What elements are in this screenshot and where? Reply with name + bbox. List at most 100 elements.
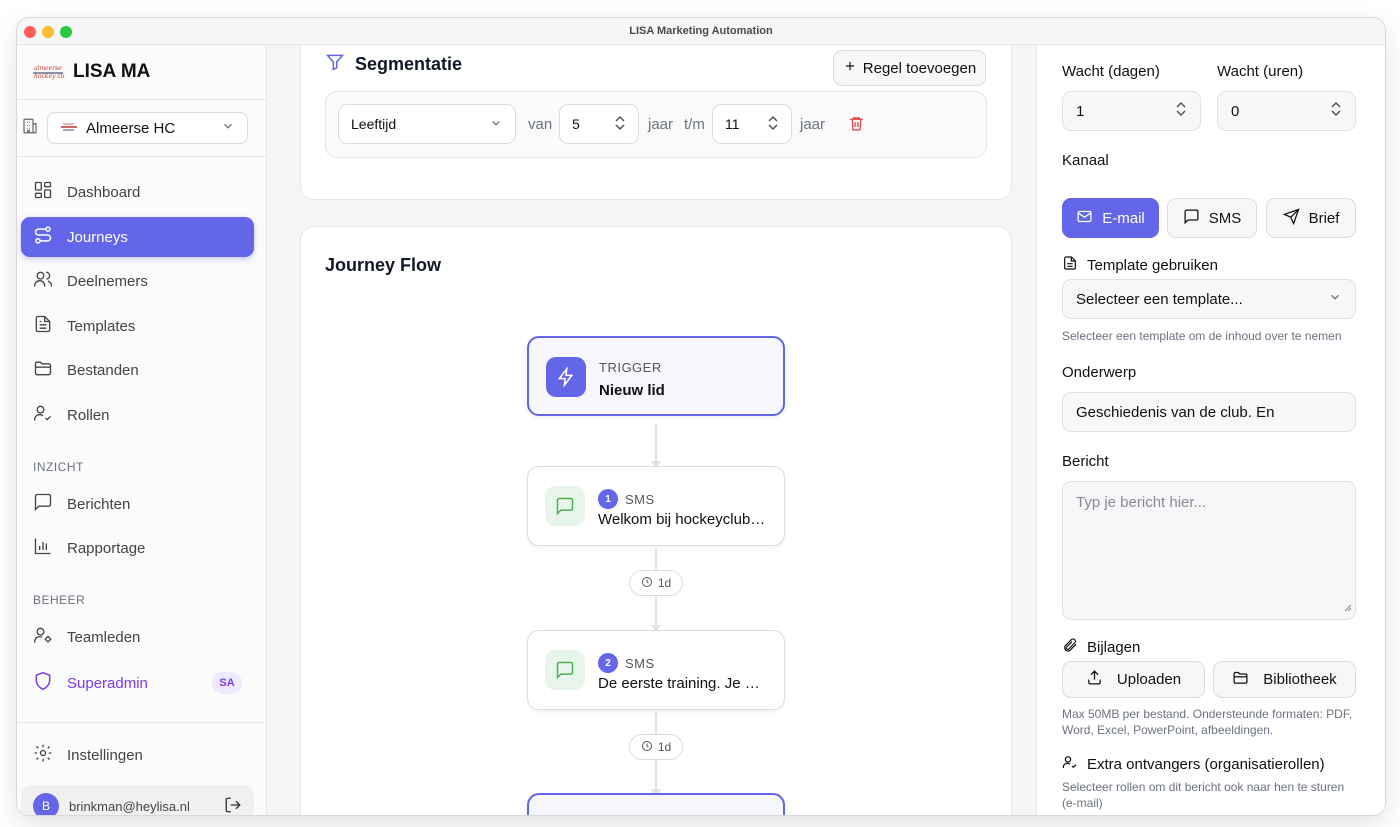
sidebar-item-bestanden[interactable]: Bestanden bbox=[21, 350, 254, 390]
delay-pill[interactable]: 1d bbox=[629, 570, 683, 596]
upload-button[interactable]: Uploaden bbox=[1062, 661, 1205, 698]
age-from-input[interactable]: 5 bbox=[559, 104, 639, 144]
step-kind: 2 SMS bbox=[598, 653, 655, 673]
logout-icon[interactable] bbox=[224, 796, 242, 816]
club-logo: almeerse hockey club bbox=[33, 62, 70, 82]
unit-label: jaar bbox=[800, 116, 826, 133]
sidebar-item-label: Journeys bbox=[67, 228, 128, 246]
channel-email-label: E-mail bbox=[1102, 209, 1145, 227]
stepper-icon[interactable] bbox=[1330, 101, 1342, 121]
segmentation-rule: Leeftijd van 5 jaar t/m 11 jaar bbox=[325, 91, 987, 158]
section-label-beheer: BEHEER bbox=[33, 593, 86, 607]
svg-text:hockey club: hockey club bbox=[34, 73, 65, 80]
age-to-value: 11 bbox=[725, 116, 740, 132]
filter-icon bbox=[325, 52, 345, 77]
wait-hours-input[interactable]: 0 bbox=[1217, 91, 1356, 131]
subject-value: Geschiedenis van de club. En bbox=[1076, 403, 1275, 421]
wait-hours-label: Wacht (uren) bbox=[1217, 63, 1304, 80]
resize-handle-icon[interactable] bbox=[1342, 599, 1352, 616]
sidebar-item-teamleden[interactable]: Teamleden bbox=[21, 617, 254, 657]
user-profile[interactable]: B brinkman@heylisa.nl bbox=[21, 785, 254, 815]
clock-icon bbox=[641, 740, 653, 755]
org-name: Almeerse HC bbox=[86, 119, 176, 137]
delay-label: 1d bbox=[657, 576, 672, 590]
upload-label: Uploaden bbox=[1116, 671, 1182, 688]
sidebar-item-deelnemers[interactable]: Deelnemers bbox=[21, 261, 254, 301]
channel-email-button[interactable]: E-mail bbox=[1062, 198, 1159, 238]
users-icon bbox=[33, 269, 53, 293]
step-text: De eerste training. Je moet bbox=[598, 675, 768, 692]
avatar: B bbox=[33, 793, 59, 815]
shield-icon bbox=[33, 671, 53, 695]
sidebar-item-rapportage[interactable]: Rapportage bbox=[21, 528, 254, 568]
sidebar-item-label: Bestanden bbox=[67, 361, 139, 379]
segmentation-title: Segmentatie bbox=[355, 54, 463, 74]
sidebar-divider bbox=[17, 722, 267, 723]
sidebar-item-instellingen[interactable]: Instellingen bbox=[21, 735, 254, 775]
rule-field-select[interactable]: Leeftijd bbox=[338, 104, 516, 144]
add-rule-button[interactable]: Regel toevoegen bbox=[833, 50, 986, 86]
file-text-icon bbox=[33, 314, 53, 338]
brand[interactable]: almeerse hockey club LISA MA bbox=[33, 59, 150, 85]
message-square-icon bbox=[1183, 208, 1200, 229]
trigger-node[interactable]: TRIGGER Nieuw lid bbox=[527, 336, 785, 416]
from-label: van bbox=[528, 116, 553, 133]
folder-open-icon bbox=[1232, 669, 1249, 690]
trigger-kind: TRIGGER bbox=[599, 360, 662, 375]
channel-sms-button[interactable]: SMS bbox=[1167, 198, 1257, 238]
main-content: Segmentatie Regel toevoegen Leeftijd van… bbox=[268, 45, 1036, 815]
library-button[interactable]: Bibliotheek bbox=[1213, 661, 1356, 698]
template-header: Template gebruiken bbox=[1062, 255, 1218, 275]
sidebar-item-dashboard[interactable]: Dashboard bbox=[21, 172, 254, 212]
section-label-inzicht: INZICHT bbox=[33, 460, 84, 474]
sidebar-item-superadmin[interactable]: Superadmin SA bbox=[21, 663, 254, 703]
clock-icon bbox=[641, 576, 653, 591]
bar-chart-icon bbox=[33, 536, 53, 560]
sidebar-item-label: Deelnemers bbox=[67, 272, 148, 290]
step-kind: 1 SMS bbox=[598, 489, 655, 509]
wait-hours-value: 0 bbox=[1231, 102, 1240, 120]
user-check-icon bbox=[33, 403, 53, 427]
trash-icon[interactable] bbox=[848, 115, 865, 137]
template-label: Template gebruiken bbox=[1087, 256, 1218, 274]
stepper-icon[interactable] bbox=[1175, 101, 1187, 121]
rule-field-value: Leeftijd bbox=[351, 116, 397, 132]
org-select[interactable]: Almeerse HC bbox=[47, 112, 248, 144]
selected-step-node[interactable] bbox=[527, 793, 785, 815]
sms-step-node[interactable]: 1 SMS Welkom bij hockeyclub Almeerse bbox=[527, 466, 785, 546]
sidebar-item-templates[interactable]: Templates bbox=[21, 306, 254, 346]
zap-icon bbox=[546, 357, 586, 397]
step-number: 1 bbox=[598, 489, 618, 509]
wait-days-label: Wacht (dagen) bbox=[1062, 63, 1160, 80]
app-window: LISA Marketing Automation almeerse hocke… bbox=[17, 18, 1385, 815]
message-square-icon bbox=[33, 492, 53, 516]
step-kind-label: SMS bbox=[625, 655, 655, 671]
sidebar-divider bbox=[17, 99, 267, 100]
attachments-hint: Max 50MB per bestand. Ondersteunde forma… bbox=[1062, 707, 1353, 737]
plus-icon bbox=[843, 59, 857, 77]
unit-label: jaar bbox=[648, 116, 674, 133]
age-to-input[interactable]: 11 bbox=[712, 104, 792, 144]
channel-brief-button[interactable]: Brief bbox=[1266, 198, 1356, 238]
sidebar-item-journeys[interactable]: Journeys bbox=[21, 217, 254, 257]
template-select[interactable]: Selecteer een template... bbox=[1062, 279, 1356, 319]
sms-step-node[interactable]: 2 SMS De eerste training. Je moet bbox=[527, 630, 785, 710]
superadmin-badge: SA bbox=[212, 672, 242, 694]
sidebar-item-rollen[interactable]: Rollen bbox=[21, 395, 254, 435]
channel-label: Kanaal bbox=[1062, 152, 1109, 169]
attachments-header: Bijlagen bbox=[1062, 637, 1140, 657]
library-label: Bibliotheek bbox=[1263, 671, 1337, 688]
delay-pill[interactable]: 1d bbox=[629, 734, 683, 760]
journey-flow-title: Journey Flow bbox=[325, 255, 442, 275]
subject-input[interactable]: Geschiedenis van de club. En bbox=[1062, 392, 1356, 432]
sidebar-item-berichten[interactable]: Berichten bbox=[21, 484, 254, 524]
message-textarea[interactable]: Typ je bericht hier... bbox=[1062, 481, 1356, 620]
wait-days-input[interactable]: 1 bbox=[1062, 91, 1201, 131]
sidebar-item-label: Berichten bbox=[67, 495, 131, 513]
sidebar-item-label: Dashboard bbox=[67, 183, 141, 201]
step-kind-label: SMS bbox=[625, 491, 655, 507]
building-icon bbox=[21, 117, 39, 140]
step-settings-panel: Wacht (dagen) 1 Wacht (uren) 0 Kanaal E-… bbox=[1036, 45, 1385, 815]
stepper-icon[interactable] bbox=[614, 115, 626, 134]
stepper-icon[interactable] bbox=[767, 115, 779, 134]
